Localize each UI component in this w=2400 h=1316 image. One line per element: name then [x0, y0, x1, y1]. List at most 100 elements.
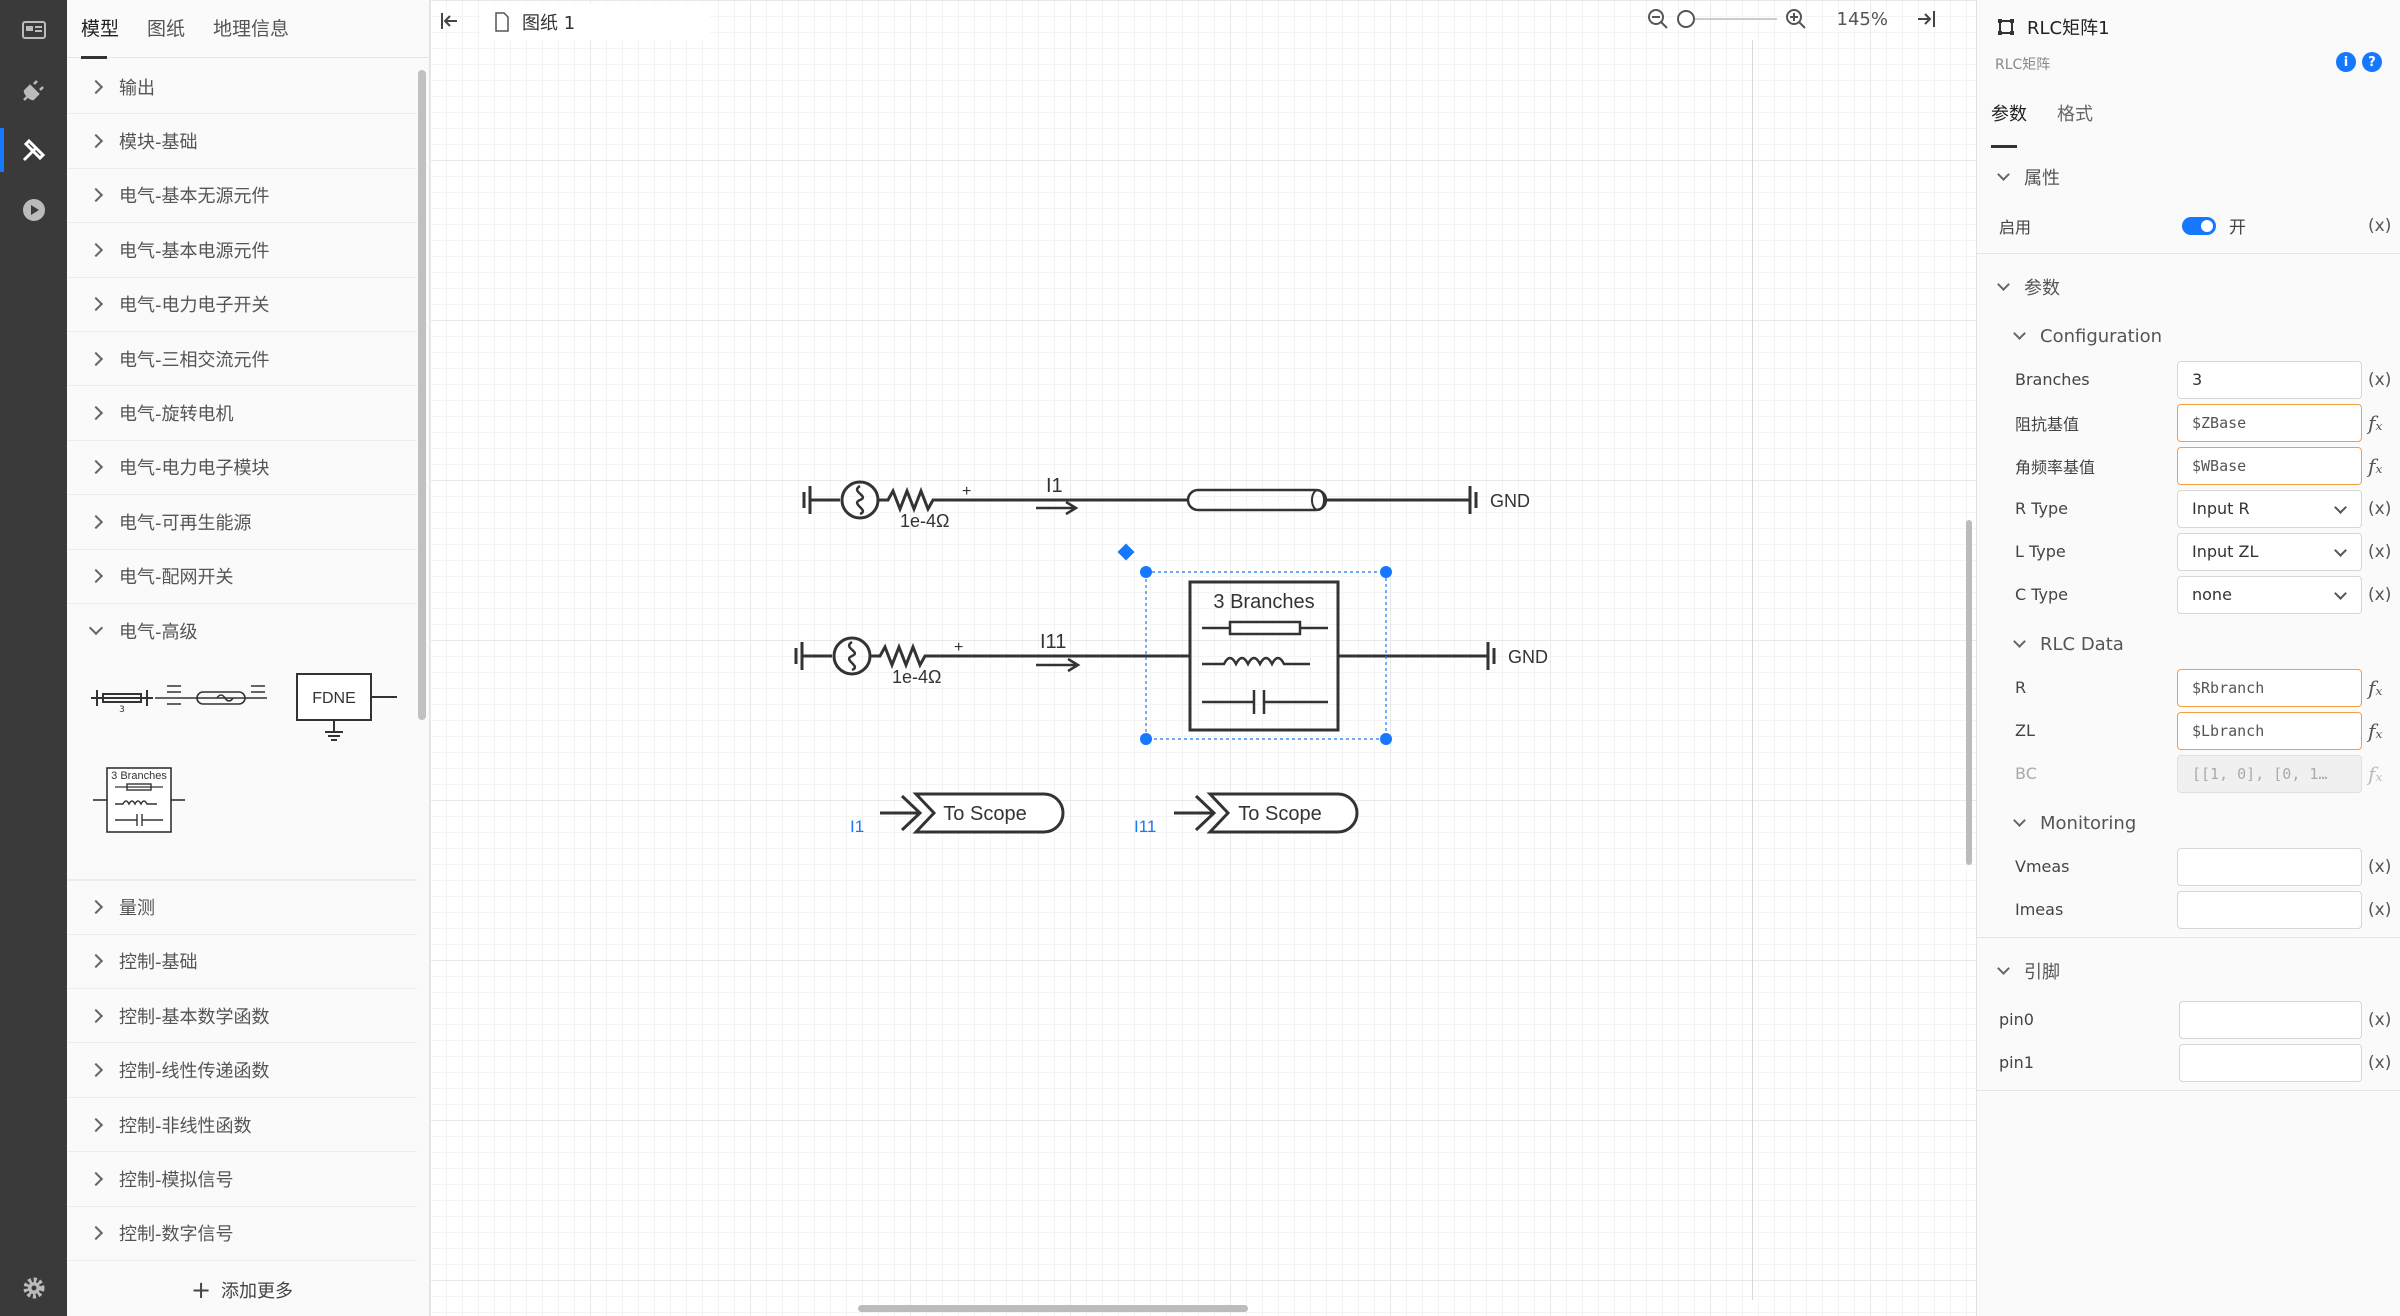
rtype-select[interactable]: Input R: [2177, 489, 2362, 528]
section-parameters[interactable]: 参数: [1977, 260, 2400, 314]
category-control-basic[interactable]: 控制-基础: [67, 935, 417, 990]
zl-input[interactable]: $Lbranch: [2177, 711, 2362, 750]
wbase-input[interactable]: $WBase: [2177, 446, 2362, 485]
category-label: 电气-三相交流元件: [119, 349, 270, 371]
ac-voltage-source[interactable]: [832, 636, 872, 676]
help-icon[interactable]: ?: [2362, 52, 2382, 72]
resistor-r2[interactable]: [870, 642, 942, 670]
category-machines[interactable]: 电气-旋转电机: [67, 386, 417, 441]
ground-symbol[interactable]: [802, 486, 840, 514]
enable-row: 启用 开 (x): [1977, 204, 2400, 247]
category-control-linear[interactable]: 控制-线性传递函数: [67, 1043, 417, 1098]
rotate-handle[interactable]: [1117, 543, 1135, 561]
ltype-select[interactable]: Input ZL: [2177, 532, 2362, 571]
variable-button[interactable]: (x): [2368, 542, 2391, 562]
chevron-right-icon: [88, 242, 104, 257]
pi-line-thumb[interactable]: 3: [91, 690, 153, 715]
section-attributes[interactable]: 属性: [1977, 150, 2400, 204]
schematic-canvas[interactable]: 图纸 1 145% + 1e-4Ω I1 GND + 1e-4Ω I11 3 B…: [430, 0, 1976, 1316]
chevron-right-icon: [88, 134, 104, 149]
plug-icon[interactable]: [0, 60, 67, 120]
run-icon[interactable]: [0, 180, 67, 240]
tab-format[interactable]: 格式: [2057, 100, 2093, 148]
category-advanced[interactable]: 电气-高级: [67, 604, 417, 658]
category-control-analog[interactable]: 控制-模拟信号: [67, 1152, 417, 1207]
category-dist-switches[interactable]: 电气-配网开关: [67, 550, 417, 604]
pin0-input[interactable]: [2179, 1000, 2362, 1039]
category-control-nonlinear[interactable]: 控制-非线性函数: [67, 1098, 417, 1153]
info-icon[interactable]: i: [2336, 52, 2356, 72]
canvas-horizontal-scrollbar[interactable]: [858, 1305, 1248, 1312]
fdne-thumb[interactable]: FDNE: [296, 673, 397, 742]
resize-handle[interactable]: [1380, 733, 1392, 745]
category-pe-modules[interactable]: 电气-电力电子模块: [67, 441, 417, 496]
variable-button[interactable]: (x): [2368, 499, 2391, 519]
ac-voltage-source[interactable]: [840, 480, 880, 520]
cable-element[interactable]: [1186, 488, 1328, 512]
variable-button[interactable]: (x): [2368, 216, 2391, 236]
subsection-monitoring[interactable]: Monitoring: [1977, 801, 2400, 845]
gnd-label: GND: [1490, 491, 1530, 511]
tab-models[interactable]: 模型: [81, 0, 119, 59]
circuit-row-2: [794, 580, 1496, 732]
category-sources[interactable]: 电气-基本电源元件: [67, 223, 417, 278]
function-icon[interactable]: 𝑓ₓ: [2368, 676, 2383, 700]
imeas-label: Imeas: [2015, 900, 2064, 919]
category-control-math[interactable]: 控制-基本数学函数: [67, 989, 417, 1044]
category-module-basic[interactable]: 模块-基础: [67, 114, 417, 169]
resize-handle[interactable]: [1140, 566, 1152, 578]
cable-thumb[interactable]: [155, 685, 267, 706]
bc-label: BC: [2015, 764, 2037, 783]
category-measure[interactable]: 量测: [67, 880, 417, 935]
variable-button[interactable]: (x): [2368, 585, 2391, 605]
r-input[interactable]: $Rbranch: [2177, 668, 2362, 707]
function-icon[interactable]: 𝑓ₓ: [2368, 411, 2383, 435]
ltype-label: L Type: [2015, 542, 2066, 561]
imeas-input[interactable]: [2177, 890, 2362, 929]
vmeas-input[interactable]: [2177, 847, 2362, 886]
function-icon[interactable]: 𝑓ₓ: [2368, 454, 2383, 478]
enable-toggle[interactable]: [2182, 216, 2216, 235]
tools-icon[interactable]: [0, 120, 67, 180]
subsection-label: Configuration: [2040, 325, 2163, 347]
tab-geo-info[interactable]: 地理信息: [213, 0, 289, 58]
variable-button[interactable]: (x): [2368, 1053, 2391, 1073]
variable-button[interactable]: (x): [2368, 370, 2391, 390]
pin1-input[interactable]: [2179, 1043, 2362, 1082]
bc-input: [[1, 0], [0, 1…: [2177, 754, 2362, 793]
subsection-rlc-data[interactable]: RLC Data: [1977, 622, 2400, 666]
resize-handle[interactable]: [1380, 566, 1392, 578]
ground-symbol[interactable]: [794, 642, 832, 670]
category-passive[interactable]: 电气-基本无源元件: [67, 169, 417, 224]
variable-button[interactable]: (x): [2368, 1010, 2391, 1030]
resize-handle[interactable]: [1140, 733, 1152, 745]
category-renewables[interactable]: 电气-可再生能源: [67, 495, 417, 550]
resistor-r1[interactable]: [878, 486, 950, 514]
settings-icon[interactable]: [0, 1258, 67, 1316]
tab-drawings[interactable]: 图纸: [147, 0, 185, 58]
canvas-vertical-scrollbar[interactable]: [1966, 520, 1972, 865]
dashboard-icon[interactable]: [0, 0, 67, 60]
subsection-configuration[interactable]: Configuration: [1977, 314, 2400, 358]
category-output[interactable]: 输出: [67, 60, 417, 115]
function-icon[interactable]: 𝑓ₓ: [2368, 719, 2383, 743]
variable-button[interactable]: (x): [2368, 900, 2391, 920]
rlc-matrix-thumb[interactable]: 3 Branches: [93, 767, 185, 834]
library-tabs: 模型 图纸 地理信息: [67, 0, 429, 59]
zbase-input[interactable]: $ZBase: [2177, 403, 2362, 442]
branches-input[interactable]: 3: [2177, 360, 2362, 399]
category-three-phase[interactable]: 电气-三相交流元件: [67, 332, 417, 387]
variable-button[interactable]: (x): [2368, 857, 2391, 877]
category-control-digital[interactable]: 控制-数字信号: [67, 1207, 417, 1262]
subsection-label: Monitoring: [2040, 812, 2137, 834]
to-scope-label: To Scope: [1238, 803, 1321, 825]
section-pins[interactable]: 引脚: [1977, 944, 2400, 998]
ctype-select[interactable]: none: [2177, 575, 2362, 614]
ground-gnd-1[interactable]: [1468, 486, 1478, 514]
add-more-button[interactable]: + 添加更多: [67, 1264, 417, 1316]
category-pe-switches[interactable]: 电气-电力电子开关: [67, 278, 417, 332]
ground-gnd-2[interactable]: [1486, 642, 1496, 670]
category-label: 电气-电力电子开关: [119, 295, 270, 317]
tab-parameters[interactable]: 参数: [1991, 100, 2027, 148]
library-scrollbar[interactable]: [418, 70, 426, 720]
